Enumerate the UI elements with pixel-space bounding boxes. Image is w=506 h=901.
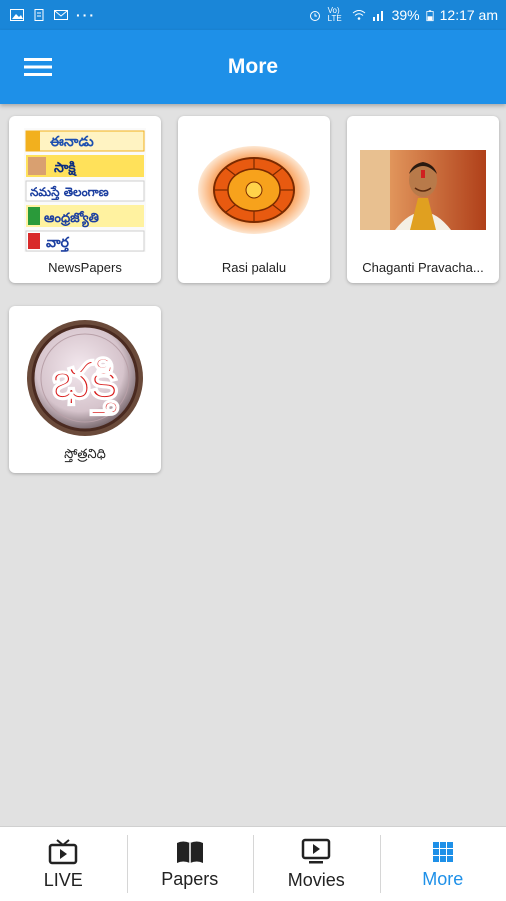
movie-screen-icon <box>301 838 331 866</box>
wifi-icon <box>352 9 366 21</box>
alarm-icon <box>308 9 322 21</box>
more-notifications-icon: ··· <box>76 7 96 23</box>
grid-icon <box>430 839 456 865</box>
nav-label-papers: Papers <box>161 869 218 890</box>
app-bar: More <box>0 30 506 104</box>
image-icon <box>10 9 24 21</box>
network-type-label: Vo) LTE <box>328 7 346 23</box>
tile-label: Chaganti Pravacha... <box>351 260 495 275</box>
bottom-navigation: LIVE Papers Movies More <box>0 826 506 901</box>
tile-label: Rasi palalu <box>182 260 326 275</box>
paper-name-2: సాక్షి <box>54 160 77 176</box>
book-icon <box>175 839 205 865</box>
clock-time: 12:17 am <box>440 7 498 23</box>
signal-icon <box>372 9 386 21</box>
tile-stotranidhi[interactable]: భక్తి స్తోత్రనిధి <box>9 306 161 473</box>
live-tv-icon <box>48 838 78 866</box>
bhakti-art-text: భక్తి <box>52 351 120 416</box>
tile-chaganti-pravachanalu[interactable]: Chaganti Pravacha... <box>347 116 499 283</box>
nav-item-papers[interactable]: Papers <box>127 827 254 901</box>
paper-name-5: వార్త <box>46 235 70 252</box>
paper-name-1: ఈనాడు <box>50 134 94 150</box>
speaker-portrait-image <box>357 126 489 254</box>
zodiac-wheel-image <box>188 126 320 254</box>
nav-label-more: More <box>422 869 463 890</box>
battery-icon <box>426 9 434 22</box>
bhakti-logo-image: భక్తి <box>19 316 151 444</box>
nav-item-movies[interactable]: Movies <box>253 827 380 901</box>
tile-label: స్తోత్రనిధి <box>13 446 157 465</box>
nav-label-movies: Movies <box>288 870 345 891</box>
tile-newspapers[interactable]: ఈనాడు సాక్షి నమస్తే తెలంగాణ ఆంధ్రజ్యోతి … <box>9 116 161 283</box>
page-title: More <box>0 30 506 104</box>
document-icon <box>32 9 46 21</box>
tile-label: NewsPapers <box>13 260 157 275</box>
paper-name-4: ఆంధ్రజ్యోతి <box>44 210 99 228</box>
nav-item-live[interactable]: LIVE <box>0 827 127 901</box>
battery-percent: 39% <box>392 7 420 23</box>
status-bar: ··· Vo) LTE 39% 12:17 am <box>0 0 506 30</box>
newspapers-logos-image: ఈనాడు సాక్షి నమస్తే తెలంగాణ ఆంధ్రజ్యోతి … <box>19 126 151 254</box>
mail-icon <box>54 9 68 21</box>
nav-label-live: LIVE <box>44 870 83 891</box>
nav-item-more[interactable]: More <box>380 827 506 901</box>
tile-rasi-palalu[interactable]: Rasi palalu <box>178 116 330 283</box>
paper-name-3: నమస్తే తెలంగాణ <box>30 185 109 201</box>
